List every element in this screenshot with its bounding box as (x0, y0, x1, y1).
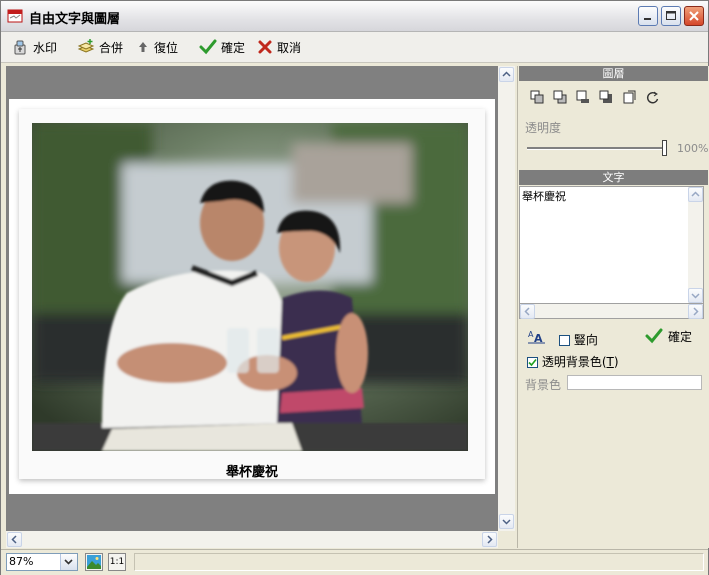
chevron-up-icon (691, 191, 700, 197)
bring-to-front-icon[interactable] (530, 90, 545, 105)
photo-image (32, 123, 468, 451)
close-icon (689, 11, 699, 21)
chevron-down-icon (502, 519, 511, 525)
scroll-down-button[interactable] (499, 514, 514, 529)
text-scroll-up-button[interactable] (688, 187, 703, 202)
bg-color-field[interactable] (567, 375, 702, 390)
side-panel: 圖層 透明度 100% 文字 舉杯慶祝 A A 豎向 確定 透明背景色(T) 背… (517, 66, 709, 548)
duplicate-layer-icon[interactable] (622, 90, 637, 105)
actual-size-button[interactable]: 1:1 (108, 553, 126, 571)
chevron-right-icon (487, 535, 493, 544)
merge-layers-icon (77, 39, 95, 53)
ok-label: 確定 (221, 40, 246, 55)
app-icon (7, 9, 23, 23)
svg-text:A: A (534, 332, 543, 344)
rotate-icon[interactable] (645, 90, 660, 105)
checkmark-icon (645, 328, 663, 344)
window-title: 自由文字與圖層 (29, 12, 121, 27)
bring-forward-icon[interactable] (553, 90, 568, 105)
status-bar: 87% 1:1 (1, 549, 708, 575)
cross-icon (258, 40, 272, 54)
text-input[interactable]: 舉杯慶祝 (519, 186, 704, 304)
zoom-value: 87% (9, 555, 34, 568)
chevron-right-icon (693, 307, 699, 316)
maximize-icon (666, 11, 676, 20)
chevron-left-icon (11, 535, 17, 544)
opacity-value: 100% (677, 142, 709, 155)
checkmark-icon (199, 39, 217, 55)
text-scroll-left-button[interactable] (520, 304, 535, 319)
status-message-field (134, 553, 704, 571)
canvas-horizontal-scrollbar[interactable] (6, 531, 498, 548)
font-style-icon[interactable]: A A (528, 328, 546, 344)
photo-preview[interactable] (32, 123, 468, 451)
title-bar: 自由文字與圖層 (1, 1, 708, 32)
chevron-up-icon (502, 71, 511, 77)
zoom-dropdown-button[interactable] (60, 554, 77, 570)
transparent-bg-checkbox[interactable] (527, 357, 538, 368)
transparent-bg-hotkey: T (606, 355, 614, 369)
canvas-vertical-scrollbar[interactable] (498, 66, 515, 531)
layer-panel-header: 圖層 (519, 66, 708, 81)
restore-button[interactable]: 復位 (136, 38, 178, 56)
zoom-select[interactable]: 87% (6, 553, 78, 571)
chevron-down-icon (691, 293, 700, 299)
transparent-bg-label: 透明背景色( (541, 355, 607, 369)
preview-canvas[interactable]: 舉杯慶祝 (6, 66, 498, 531)
scroll-up-button[interactable] (499, 67, 514, 82)
scroll-right-button[interactable] (482, 532, 497, 547)
ok-button[interactable]: 確定 (199, 38, 245, 56)
photo-caption: 舉杯慶祝 (225, 465, 278, 480)
send-to-back-icon[interactable] (599, 90, 614, 105)
text-ok-label: 確定 (668, 329, 693, 344)
text-vertical-scrollbar[interactable] (688, 187, 703, 303)
vertical-checkbox[interactable] (559, 335, 570, 346)
chevron-down-icon (64, 559, 73, 565)
restore-label: 復位 (154, 40, 179, 55)
arrow-up-icon (139, 42, 147, 52)
send-backward-icon[interactable] (576, 90, 591, 105)
layer-order-tools (530, 90, 660, 105)
opacity-slider-track[interactable] (527, 147, 665, 150)
vertical-label: 豎向 (573, 333, 598, 347)
bg-color-label: 背景色 (525, 378, 562, 392)
watermark-button[interactable]: 水印 (11, 38, 57, 56)
transparent-bg-option[interactable]: 透明背景色(T) (527, 353, 619, 370)
cancel-label: 取消 (277, 40, 302, 55)
chevron-left-icon (524, 307, 530, 316)
toolbar: 水印 合併 復位 確定 取消 (1, 32, 708, 63)
minimize-icon (644, 18, 651, 20)
opacity-label: 透明度 (525, 121, 562, 135)
watermark-icon (14, 40, 26, 55)
text-horizontal-scrollbar[interactable] (519, 304, 704, 319)
opacity-slider-thumb[interactable] (662, 140, 667, 156)
maximize-button[interactable] (661, 6, 681, 26)
scroll-left-button[interactable] (7, 532, 22, 547)
merge-button[interactable]: 合併 (77, 38, 123, 56)
merge-label: 合併 (99, 40, 124, 55)
text-scroll-down-button[interactable] (688, 288, 703, 303)
transparent-bg-label-close: ) (613, 355, 619, 369)
text-panel-header: 文字 (519, 170, 708, 185)
close-button[interactable] (684, 6, 704, 26)
photo-frame: 舉杯慶祝 (19, 109, 485, 480)
fit-to-window-button[interactable] (85, 553, 103, 571)
vertical-text-option[interactable]: 豎向 (559, 331, 598, 348)
cancel-button[interactable]: 取消 (257, 38, 301, 56)
window: 自由文字與圖層 水印 合併 復位 確定 取消 舉杯慶祝 圖層 透明度 100% … (0, 0, 709, 575)
checkmark-icon (528, 358, 537, 367)
watermark-label: 水印 (33, 40, 58, 55)
actual-size-label: 1:1 (109, 557, 125, 567)
text-scroll-right-button[interactable] (688, 304, 703, 319)
picture-icon (87, 555, 101, 569)
minimize-button[interactable] (638, 6, 658, 26)
preview-paper: 舉杯慶祝 (9, 99, 495, 494)
text-ok-button[interactable]: 確定 (645, 327, 692, 345)
text-input-value: 舉杯慶祝 (522, 190, 566, 203)
